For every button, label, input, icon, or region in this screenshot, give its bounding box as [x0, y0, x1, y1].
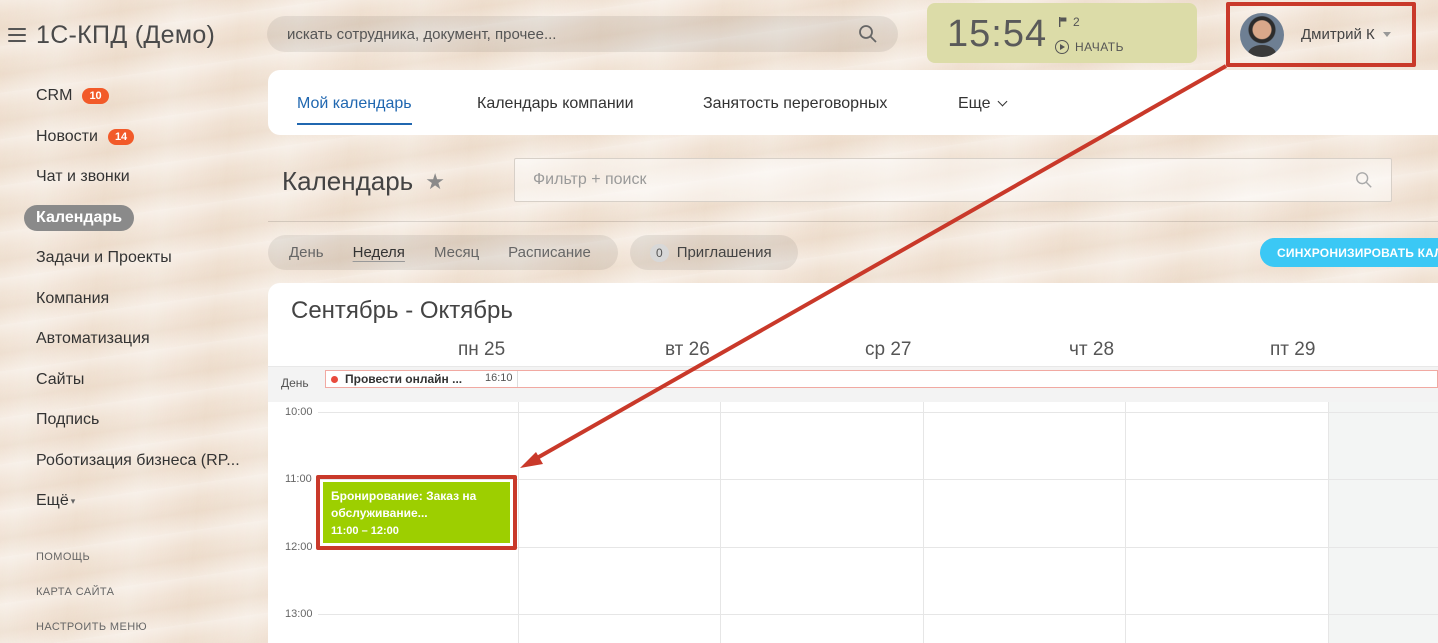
sidebar-item-label: Задачи и Проекты — [36, 249, 172, 267]
column-divider — [923, 402, 924, 643]
column-divider — [720, 402, 721, 643]
booking-event-time: 11:00 – 12:00 — [331, 524, 399, 537]
view-week[interactable]: Неделя — [353, 244, 405, 261]
workday-widget[interactable]: 15:54 2 НАЧАТЬ — [927, 3, 1197, 63]
sidebar-item-label: Автоматизация — [36, 330, 150, 348]
configure-menu-link[interactable]: НАСТРОИТЬ МЕНЮ — [36, 621, 147, 633]
sidebar-item-company[interactable]: Компания — [24, 279, 259, 320]
user-name: Дмитрий К — [1301, 26, 1375, 43]
clock-time: 15:54 — [947, 13, 1048, 55]
divider — [268, 221, 1438, 222]
search-input[interactable]: искать сотрудника, документ, прочее... — [287, 26, 858, 43]
column-divider — [1328, 402, 1329, 643]
calendar-tabs: Мой календарь Календарь компании Занятос… — [268, 70, 1438, 135]
sidebar-item-calendar[interactable]: Календарь — [24, 198, 259, 239]
tab-meeting-rooms[interactable]: Занятость переговорных — [703, 95, 887, 113]
sidebar-item-label: Сайты — [36, 370, 85, 388]
view-day[interactable]: День — [289, 244, 324, 261]
logo-text: 1С-КПД (Демо) — [36, 20, 216, 49]
sidebar-item-chat[interactable]: Чат и звонки — [24, 157, 259, 198]
hour-label: 12:00 — [285, 541, 313, 553]
chevron-down-icon — [997, 96, 1008, 107]
sidebar-item-sign[interactable]: Подпись — [24, 400, 259, 441]
view-schedule[interactable]: Расписание — [508, 244, 591, 261]
booking-event[interactable]: Бронирование: Заказ на обслуживание... 1… — [316, 475, 517, 550]
filter-search-icon[interactable] — [1355, 171, 1373, 189]
sidebar-item-label: CRM — [36, 87, 73, 105]
sidebar-item-crm[interactable]: CRM 10 — [24, 76, 259, 117]
filter-input[interactable]: Фильтр + поиск — [533, 171, 1355, 189]
sidebar-item-sites[interactable]: Сайты — [24, 360, 259, 401]
sidebar-item-more[interactable]: Ещё ▾ — [24, 481, 259, 522]
hour-line — [318, 614, 1438, 615]
sidebar-item-label: Компания — [36, 289, 110, 307]
allday-row: День Провести онлайн ... 16:10 — [268, 366, 1438, 402]
sidebar-item-tasks[interactable]: Задачи и Проекты — [24, 238, 259, 279]
tab-more-label: Еще — [958, 95, 991, 112]
day-header-tue[interactable]: вт 26 — [665, 339, 710, 361]
flag-counter[interactable]: 2 — [1059, 15, 1080, 29]
booking-event-title: Бронирование: Заказ на обслуживание... — [331, 489, 477, 521]
sync-button[interactable]: СИНХРОНИЗИРОВАТЬ КАЛ — [1260, 238, 1438, 267]
app-logo[interactable]: 1С-КПД (Демо) — [8, 18, 215, 52]
news-count-badge: 14 — [107, 128, 135, 145]
column-divider — [518, 402, 519, 643]
help-link[interactable]: ПОМОЩЬ — [36, 551, 90, 563]
tab-more[interactable]: Еще — [958, 95, 1008, 113]
more-caret-icon: ▾ — [70, 495, 76, 506]
menu-burger-icon[interactable] — [8, 28, 26, 42]
sidebar-item-label: Календарь — [24, 204, 135, 231]
day-header-fri[interactable]: пт 29 — [1270, 339, 1315, 361]
sidebar-item-news[interactable]: Новости 14 — [24, 117, 259, 158]
play-icon — [1055, 40, 1069, 54]
view-month[interactable]: Месяц — [434, 244, 479, 261]
user-menu[interactable]: Дмитрий К — [1226, 2, 1416, 67]
filter-search[interactable]: Фильтр + поиск — [514, 158, 1392, 202]
hour-label: 10:00 — [285, 406, 313, 418]
sidebar-item-label: Подпись — [36, 411, 100, 429]
search-icon[interactable] — [858, 24, 878, 44]
start-label: НАЧАТЬ — [1075, 40, 1125, 54]
calendar-range-title: Сентябрь - Октябрь — [291, 297, 513, 324]
flag-icon — [1059, 17, 1067, 27]
hour-label: 13:00 — [285, 608, 313, 620]
crm-count-badge: 10 — [82, 88, 109, 105]
day-header-mon[interactable]: пн 25 — [458, 339, 505, 361]
column-divider — [1125, 402, 1126, 643]
user-dropdown-icon — [1382, 32, 1391, 37]
weekend-column — [1328, 402, 1438, 643]
day-header-wed[interactable]: ср 27 — [865, 339, 911, 361]
view-switcher: День Неделя Месяц Расписание — [268, 235, 618, 270]
sidebar-nav: CRM 10 Новости 14 Чат и звонки Календарь… — [24, 76, 259, 522]
invitations-button[interactable]: 0 Приглашения — [630, 235, 798, 270]
sitemap-link[interactable]: КАРТА САЙТА — [36, 586, 114, 598]
star-icon[interactable]: ★ — [425, 169, 445, 195]
invitations-count: 0 — [650, 243, 669, 262]
sidebar-item-automation[interactable]: Автоматизация — [24, 319, 259, 360]
allday-divider — [517, 371, 518, 387]
invitations-label: Приглашения — [676, 244, 772, 261]
hour-line — [318, 412, 1438, 413]
start-workday-button[interactable]: НАЧАТЬ — [1055, 40, 1124, 54]
sidebar-item-label: Новости — [36, 127, 98, 145]
allday-event[interactable]: Провести онлайн ... 16:10 — [325, 370, 1438, 388]
sidebar-item-label: Роботизация бизнеса (RP... — [36, 451, 240, 469]
tab-my-calendar[interactable]: Мой календарь — [297, 95, 412, 125]
avatar[interactable] — [1240, 12, 1284, 57]
booking-event-body[interactable]: Бронирование: Заказ на обслуживание... 1… — [323, 482, 510, 543]
allday-label: День — [281, 376, 309, 390]
allday-event-time: 16:10 — [485, 372, 513, 384]
allday-event-title: Провести онлайн ... — [345, 372, 463, 386]
sidebar-item-rpa[interactable]: Роботизация бизнеса (RP... — [24, 441, 259, 482]
tab-company-calendar[interactable]: Календарь компании — [477, 95, 634, 113]
global-search[interactable]: искать сотрудника, документ, прочее... — [267, 16, 898, 52]
page-title: Календарь — [282, 166, 414, 196]
flag-count: 2 — [1073, 15, 1080, 29]
hour-label: 11:00 — [285, 473, 312, 485]
calendar-week-view: Сентябрь - Октябрь пн 25 вт 26 ср 27 чт … — [268, 283, 1438, 643]
sidebar-item-label: Чат и звонки — [36, 168, 130, 186]
event-dot-icon — [331, 376, 338, 383]
page-title-row: Календарь ★ — [282, 166, 445, 197]
day-header-thu[interactable]: чт 28 — [1069, 339, 1114, 361]
